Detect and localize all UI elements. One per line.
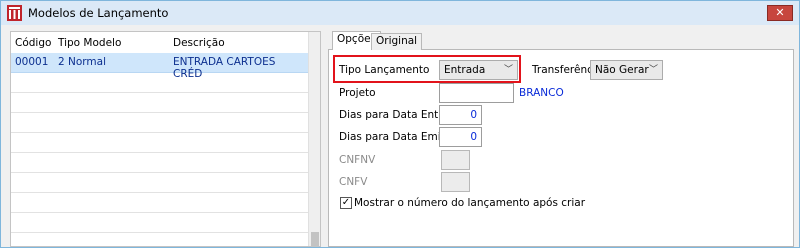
window-title: Modelos de Lançamento [28,6,169,20]
cnfnv-input[interactable] [441,150,470,170]
projeto-input[interactable] [439,83,514,103]
modelos-lancamento-window: Modelos de Lançamento ✕ Código Tipo Mode… [0,0,800,248]
grid-scrollbar[interactable] [308,32,320,246]
column-header-descricao[interactable]: Descrição [173,37,225,49]
column-header-codigo[interactable]: Código [15,37,51,49]
cnfnv-label: CNFNV [339,154,376,166]
empty-row [11,153,308,173]
grid-header: Código Tipo Modelo Descrição [11,36,320,52]
empty-row [11,193,308,213]
mostrar-numero-checkbox[interactable]: ✓ [340,197,352,209]
projeto-description: BRANCO [519,87,564,99]
dias-entrada-input[interactable]: 0 [439,105,482,125]
transferencia-select[interactable]: Não Gerar ﹀ [590,60,663,80]
tab-original[interactable]: Original [371,33,423,50]
empty-row [11,93,308,113]
projeto-label: Projeto [339,87,376,99]
app-logo-icon [7,5,22,21]
empty-row [11,113,308,133]
cell-tipo-modelo: 2 Normal [58,56,107,68]
chevron-down-icon: ﹀ [648,65,658,75]
highlight-box [333,55,521,83]
models-grid: Código Tipo Modelo Descrição 00001 2 Nor… [10,31,321,247]
mostrar-numero-label[interactable]: Mostrar o número do lançamento após cria… [354,197,585,209]
empty-row [11,73,308,93]
dias-emissao-input[interactable]: 0 [439,127,482,147]
cnfv-input[interactable] [441,172,470,192]
title-bar: Modelos de Lançamento ✕ [1,1,799,25]
empty-row [11,133,308,153]
close-button[interactable]: ✕ [767,5,793,21]
empty-row [11,173,308,193]
column-header-tipo-modelo[interactable]: Tipo Modelo [58,37,121,49]
scroll-thumb[interactable] [311,232,319,246]
cnfv-label: CNFV [339,176,368,188]
table-row[interactable]: 00001 2 Normal ENTRADA CARTOES CRÉD [11,53,308,80]
empty-row [11,213,308,233]
cell-codigo: 00001 [15,56,49,68]
transferencia-value: Não Gerar [595,64,649,76]
